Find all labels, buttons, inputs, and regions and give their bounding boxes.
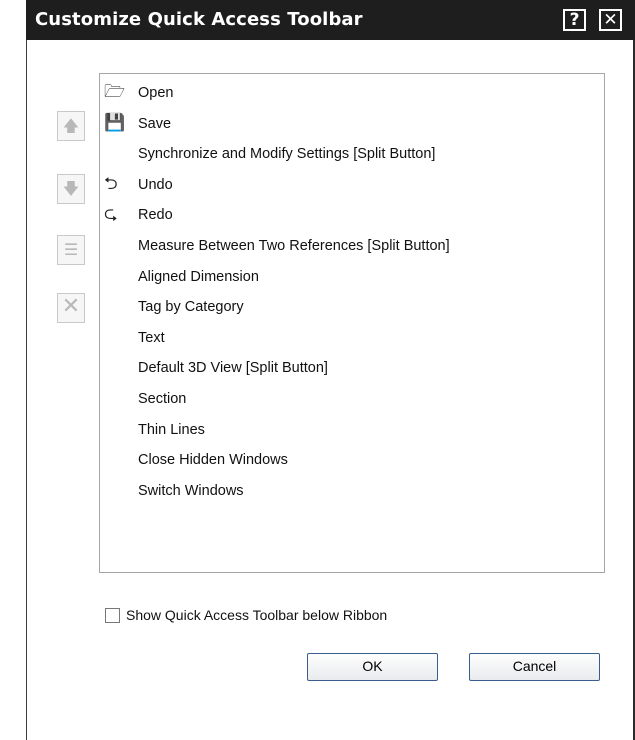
list-item[interactable]: Close Hidden Windows [100, 445, 600, 475]
list-item[interactable]: Tag by Category [100, 292, 600, 322]
list-item[interactable]: 🗁 Open [100, 78, 600, 108]
list-item-label: Tag by Category [138, 299, 244, 316]
list-item-label: Synchronize and Modify Settings [Split B… [138, 146, 436, 163]
list-item-label: Switch Windows [138, 482, 244, 499]
help-button[interactable]: ? [563, 9, 586, 31]
move-down-button[interactable]: 🡇 [57, 174, 85, 204]
list-item-label: Save [138, 115, 172, 132]
list-item[interactable]: 💾 Save [100, 109, 600, 139]
list-item-label: Measure Between Two References [Split Bu… [138, 238, 450, 254]
show-below-ribbon-checkbox[interactable] [105, 608, 120, 623]
list-item[interactable]: Measure Between Two References [Split Bu… [100, 231, 600, 261]
title-bar[interactable]: Customize Quick Access Toolbar ? ✕ [26, 0, 635, 40]
dialog-title: Customize Quick Access Toolbar [35, 9, 363, 30]
customize-qat-dialog: Customize Quick Access Toolbar ? ✕ 🡅 🡇 ☰… [0, 0, 635, 740]
close-button[interactable]: ✕ [599, 9, 622, 31]
redo-icon: ⮎ [104, 204, 118, 225]
list-item[interactable]: Aligned Dimension [100, 262, 600, 292]
list-item[interactable]: ⮌ Undo [100, 170, 600, 200]
list-item[interactable]: ⮎ Redo [100, 200, 600, 230]
dialog-body: 🡅 🡇 ☰ ✕ 🗁 Open 💾 Save Synchronize and Modify… [27, 40, 633, 740]
list-item-label: Section [138, 391, 187, 407]
cancel-button[interactable]: Cancel [469, 653, 600, 681]
save-icon: 💾 [104, 112, 126, 133]
list-item-label: Open [138, 85, 174, 101]
list-item[interactable]: Text [100, 323, 600, 353]
command-list[interactable]: 🗁 Open 💾 Save Synchronize and Modify Setting… [99, 73, 605, 573]
list-item-label: Default 3D View [Split Button] [138, 360, 328, 377]
move-up-button[interactable]: 🡅 [57, 111, 85, 141]
list-item-label: Text [138, 329, 165, 346]
list-item-label: Redo [138, 207, 173, 224]
list-item-label: Aligned Dimension [138, 268, 259, 285]
list-item-label: Undo [138, 176, 173, 193]
list-item[interactable]: Default 3D View [Split Button] [100, 353, 600, 383]
add-separator-button[interactable]: ☰ [57, 235, 85, 265]
show-below-ribbon-label[interactable]: Show Quick Access Toolbar below Ribbon [126, 607, 387, 623]
remove-button[interactable]: ✕ [57, 293, 85, 323]
open-folder-icon: 🗁 [104, 82, 126, 102]
list-item-label: Thin Lines [138, 421, 205, 438]
undo-icon: ⮌ [104, 173, 118, 194]
list-item[interactable]: Synchronize and Modify Settings [Split B… [100, 139, 600, 169]
list-item[interactable]: Thin Lines [100, 415, 600, 445]
list-item[interactable]: Section [100, 384, 600, 414]
ok-button[interactable]: OK [307, 653, 438, 681]
list-item[interactable]: Switch Windows [100, 476, 600, 506]
list-item-label: Close Hidden Windows [138, 452, 288, 469]
